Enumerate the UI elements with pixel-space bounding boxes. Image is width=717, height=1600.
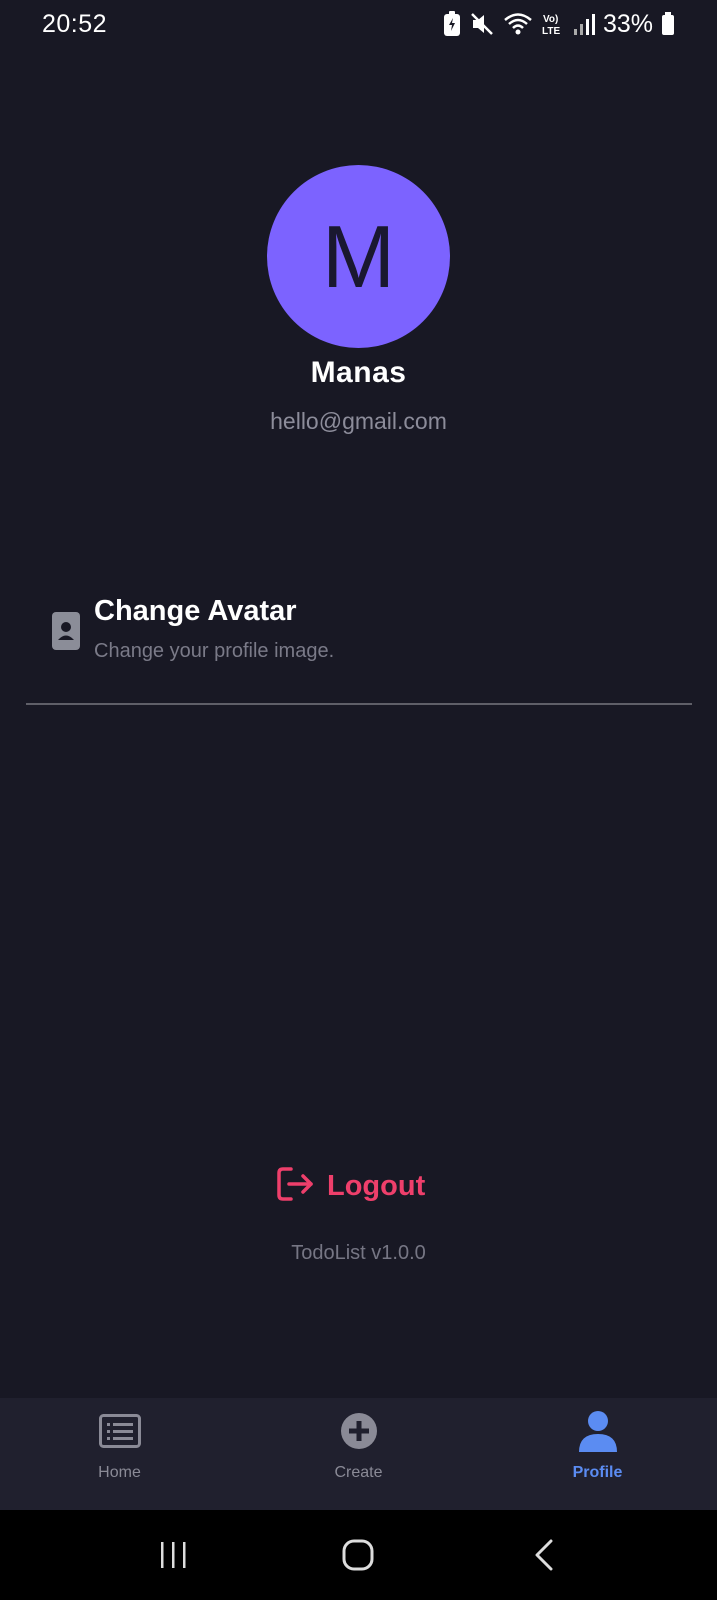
battery-icon (661, 12, 675, 36)
person-icon (577, 1410, 619, 1452)
back-icon[interactable] (514, 1525, 574, 1585)
nav-item-profile[interactable]: Profile (478, 1398, 717, 1510)
nav-label-profile: Profile (572, 1464, 623, 1481)
change-avatar-item[interactable]: Change Avatar Change your profile image. (26, 588, 692, 703)
list-icon (98, 1410, 141, 1452)
nav-item-create[interactable]: Create (239, 1398, 478, 1510)
nav-item-home[interactable]: Home (0, 1398, 239, 1510)
change-avatar-description: Change your profile image. (94, 640, 335, 662)
logout-icon (275, 1165, 315, 1208)
logout-label: Logout (327, 1169, 426, 1202)
battery-percent: 33% (602, 9, 653, 38)
avatar-letter: M (321, 206, 396, 306)
recents-icon[interactable] (143, 1525, 203, 1585)
status-time: 20:52 (42, 9, 108, 38)
change-avatar-title: Change Avatar (94, 595, 297, 627)
avatar: M (267, 165, 450, 348)
mute-icon (469, 11, 495, 37)
svg-text:LTE: LTE (542, 26, 560, 37)
home-icon[interactable] (328, 1525, 388, 1585)
logout-button[interactable]: Logout (275, 1163, 425, 1209)
wifi-icon (503, 11, 533, 37)
battery-saver-icon (443, 11, 461, 37)
status-bar: 20:52 Vo) LTE 33% (0, 0, 717, 48)
signal-icon (573, 12, 595, 36)
divider (26, 703, 692, 705)
volte-icon: Vo) LTE (541, 11, 565, 37)
system-nav-bar (0, 1510, 717, 1600)
user-email: hello@gmail.com (270, 408, 447, 434)
plus-circle-icon (340, 1410, 378, 1452)
app-version: TodoList v1.0.0 (291, 1242, 426, 1264)
contact-card-icon (52, 612, 80, 650)
svg-text:Vo): Vo) (543, 14, 558, 25)
bottom-nav: Home Create Profile (0, 1398, 717, 1510)
user-name: Manas (310, 356, 407, 389)
status-icons: Vo) LTE 33% (443, 10, 675, 39)
nav-label-create: Create (334, 1464, 383, 1481)
nav-label-home: Home (98, 1464, 141, 1481)
